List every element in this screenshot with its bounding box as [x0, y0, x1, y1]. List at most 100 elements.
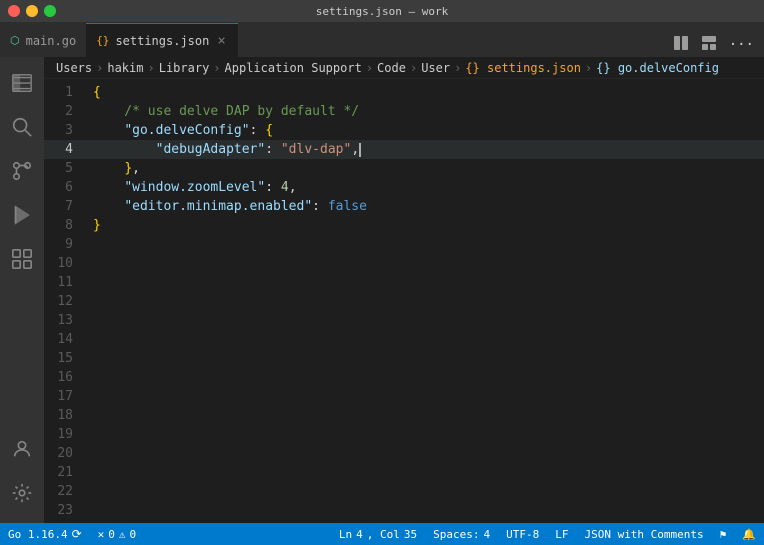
status-errors[interactable]: ✕ 0 ⚠ 0 — [90, 523, 145, 545]
spaces-value: 4 — [483, 528, 490, 541]
go-version-label: Go 1.16.4 — [8, 528, 68, 541]
line-num-17: 17 — [44, 387, 89, 406]
line-num-9: 9 — [44, 235, 89, 254]
breadcrumb-code[interactable]: Code — [377, 61, 406, 75]
status-go-version[interactable]: Go 1.16.4 ⟳ — [0, 523, 90, 545]
code-line-18: 18 — [44, 406, 764, 425]
feedback-icon: ⚑ — [720, 528, 727, 541]
breadcrumb-go-delve[interactable]: {} go.delveConfig — [596, 61, 719, 75]
line-num-19: 19 — [44, 425, 89, 444]
go-sync-icon: ⟳ — [72, 527, 82, 541]
close-button[interactable] — [8, 5, 20, 17]
line-num-6: 6 — [44, 178, 89, 197]
spaces-label: Spaces: — [433, 528, 479, 541]
breadcrumb-hakim[interactable]: hakim — [107, 61, 143, 75]
code-line-12: 12 — [44, 292, 764, 311]
line-num-3: 3 — [44, 121, 89, 140]
breadcrumb-users[interactable]: Users — [56, 61, 92, 75]
notif-icon: 🔔 — [742, 528, 756, 541]
code-line-3: 3 "go.delveConfig": { — [44, 121, 764, 140]
line-content-8: } — [89, 216, 101, 235]
line-num-23: 23 — [44, 501, 89, 520]
breadcrumb-user[interactable]: User — [421, 61, 450, 75]
code-editor[interactable]: 1 { 2 /* use delve DAP by default */ 3 "… — [44, 79, 764, 523]
breadcrumb-appsupport[interactable]: Application Support — [225, 61, 362, 75]
activity-bar — [0, 57, 44, 523]
error-count: 0 — [108, 528, 115, 541]
warning-icon: ⚠ — [119, 528, 126, 541]
line-num-7: 7 — [44, 197, 89, 216]
line-num-4: 4 — [44, 140, 89, 159]
line-num-18: 18 — [44, 406, 89, 425]
line-num-12: 12 — [44, 292, 89, 311]
warning-count: 0 — [130, 528, 137, 541]
status-position[interactable]: Ln 4, Col 35 — [331, 523, 425, 545]
status-bar-right: Ln 4, Col 35 Spaces: 4 UTF-8 LF JSON wit… — [331, 523, 764, 545]
layout-icon[interactable] — [699, 33, 719, 57]
col-value: 35 — [404, 528, 417, 541]
code-line-13: 13 — [44, 311, 764, 330]
split-editor-icon[interactable] — [671, 33, 691, 57]
code-line-9: 9 — [44, 235, 764, 254]
status-encoding[interactable]: UTF-8 — [498, 523, 547, 545]
app-container: ⬡ main.go {} settings.json × ··· — [0, 22, 764, 545]
window-title: settings.json — work — [316, 5, 448, 18]
main-tab-label: main.go — [26, 34, 77, 48]
status-feedback[interactable]: ⚑ — [712, 523, 735, 545]
code-line-6: 6 "window.zoomLevel": 4, — [44, 178, 764, 197]
code-line-17: 17 — [44, 387, 764, 406]
line-ending-value: LF — [555, 528, 568, 541]
line-content-3: "go.delveConfig": { — [89, 121, 273, 140]
code-line-14: 14 — [44, 330, 764, 349]
line-num-22: 22 — [44, 482, 89, 501]
tab-settings[interactable]: {} settings.json × — [86, 23, 238, 57]
code-line-16: 16 — [44, 368, 764, 387]
code-line-23: 23 — [44, 501, 764, 520]
tab-bar: ⬡ main.go {} settings.json × ··· — [0, 22, 764, 57]
line-num-10: 10 — [44, 254, 89, 273]
status-notifications[interactable]: 🔔 — [734, 523, 764, 545]
tab-right-icons: ··· — [671, 33, 764, 57]
sidebar-item-settings[interactable] — [0, 471, 44, 515]
minimize-button[interactable] — [26, 5, 38, 17]
breadcrumb-library[interactable]: Library — [159, 61, 210, 75]
line-num-14: 14 — [44, 330, 89, 349]
main-tab-icon: ⬡ — [10, 34, 20, 47]
code-line-10: 10 — [44, 254, 764, 273]
code-line-15: 15 — [44, 349, 764, 368]
content-area: Users › hakim › Library › Application Su… — [0, 57, 764, 523]
sidebar-item-account[interactable] — [0, 427, 44, 471]
maximize-button[interactable] — [44, 5, 56, 17]
status-language[interactable]: JSON with Comments — [576, 523, 711, 545]
code-line-22: 22 — [44, 482, 764, 501]
activity-bar-bottom — [0, 427, 44, 523]
code-line-11: 11 — [44, 273, 764, 292]
code-line-8: 8 } — [44, 216, 764, 235]
ln-label: Ln — [339, 528, 352, 541]
more-actions-icon[interactable]: ··· — [727, 35, 756, 55]
sidebar-item-explorer[interactable] — [0, 61, 44, 105]
line-num-13: 13 — [44, 311, 89, 330]
line-num-20: 20 — [44, 444, 89, 463]
line-num-5: 5 — [44, 159, 89, 178]
line-content-1: { — [89, 83, 101, 102]
settings-tab-close[interactable]: × — [215, 33, 227, 49]
sidebar-item-scm[interactable] — [0, 149, 44, 193]
line-num-16: 16 — [44, 368, 89, 387]
sidebar-item-run[interactable] — [0, 193, 44, 237]
title-bar: settings.json — work — [0, 0, 764, 22]
sidebar-item-search[interactable] — [0, 105, 44, 149]
status-line-ending[interactable]: LF — [547, 523, 576, 545]
code-line-2: 2 /* use delve DAP by default */ — [44, 102, 764, 121]
status-spaces[interactable]: Spaces: 4 — [425, 523, 498, 545]
status-bar-left: Go 1.16.4 ⟳ ✕ 0 ⚠ 0 — [0, 523, 144, 545]
line-num-2: 2 — [44, 102, 89, 121]
line-content-4: "debugAdapter": "dlv-dap", — [89, 140, 361, 159]
code-line-19: 19 — [44, 425, 764, 444]
tab-main[interactable]: ⬡ main.go — [0, 23, 86, 57]
breadcrumb-settings-json[interactable]: {} settings.json — [465, 61, 581, 75]
line-content-6: "window.zoomLevel": 4, — [89, 178, 297, 197]
sidebar-item-extensions[interactable] — [0, 237, 44, 281]
window-controls — [8, 5, 56, 17]
code-line-4: 4 "debugAdapter": "dlv-dap", — [44, 140, 764, 159]
